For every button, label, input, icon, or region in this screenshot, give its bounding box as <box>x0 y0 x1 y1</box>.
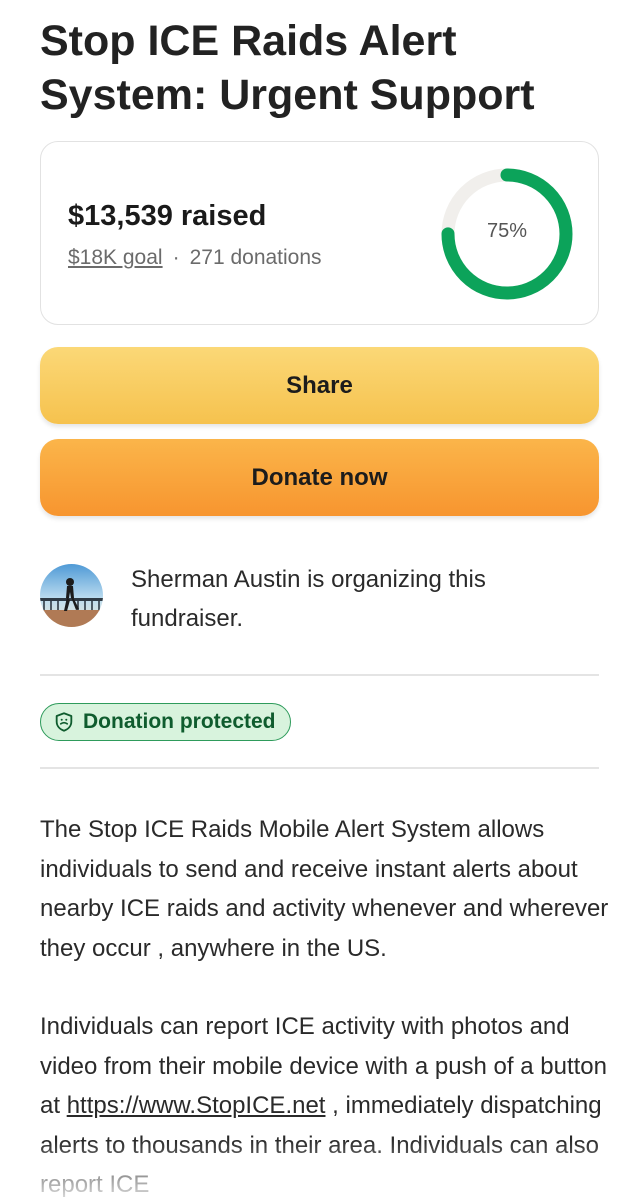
story-paragraph: Individuals can report ICE activity with… <box>40 1007 610 1200</box>
stopice-link[interactable]: https://www.StopICE.net <box>67 1092 326 1119</box>
donation-count[interactable]: 271 donations <box>190 246 322 269</box>
avatar[interactable] <box>40 564 103 627</box>
shield-icon <box>55 712 73 732</box>
story-paragraph: The Stop ICE Raids Mobile Alert System a… <box>40 816 609 962</box>
organizer-info: Sherman Austin is organizing this fundra… <box>131 566 486 632</box>
progress-percent: 75% <box>486 220 528 242</box>
divider <box>40 674 599 676</box>
divider <box>40 767 599 769</box>
goal-meta: $18K goal · 271 donations <box>68 246 322 270</box>
separator: · <box>172 246 180 269</box>
donation-protected-label: Donation protected <box>83 710 276 733</box>
page-title: Stop ICE Raids Alert System: Urgent Supp… <box>40 17 535 119</box>
progress-card: $13,539 raised $18K goal · 271 donations 7… <box>40 141 599 325</box>
donation-protected-badge[interactable]: Donation protected <box>40 703 291 741</box>
organizer-photo <box>40 564 103 627</box>
share-button[interactable]: Share <box>40 347 599 424</box>
goal-link[interactable]: $18K goal <box>68 246 163 269</box>
fundraiser-story: The Stop ICE Raids Mobile Alert System a… <box>40 810 610 1200</box>
donate-now-button[interactable]: Donate now <box>40 439 599 516</box>
raised-amount: $13,539 raised <box>68 200 267 232</box>
